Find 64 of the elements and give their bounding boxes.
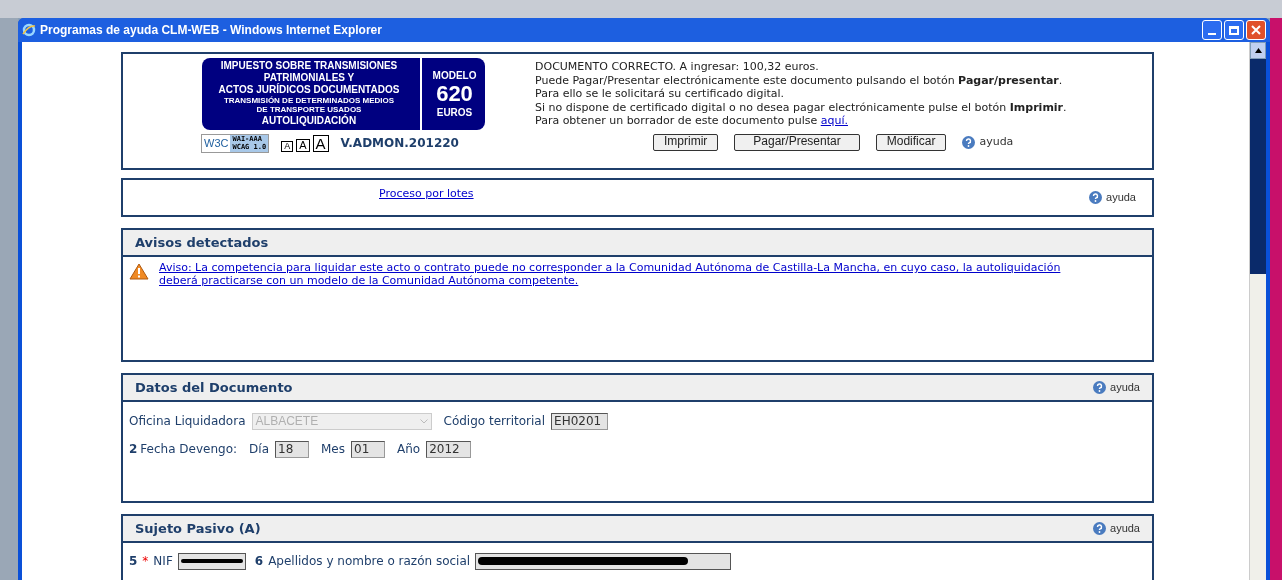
action-button[interactable]: Imprimir: [653, 133, 719, 151]
date-field[interactable]: 18: [275, 440, 309, 458]
field-number: 2: [129, 441, 138, 458]
version-label: V.ADMON.201220: [340, 135, 459, 153]
field-label: Oficina Liquidadora: [129, 413, 246, 430]
field-number: 6: [254, 553, 264, 570]
font-size-button[interactable]: A: [312, 134, 329, 152]
field-label: Día: [249, 441, 269, 458]
question-icon: [1093, 381, 1106, 394]
field-label: Apellidos y nombre o razón social: [268, 553, 471, 570]
help-link[interactable]: ayuda: [1093, 379, 1140, 396]
close-button[interactable]: [1246, 20, 1266, 40]
message-line: Si no dispone de certificado digital o no desea pagar electrónicamente pulse el botón Imprimir.: [535, 100, 1068, 114]
banner-text: ACTOS JURÍDICOS DOCUMENTADOS: [218, 84, 400, 96]
panel-title: Sujeto Pasivo (A): [135, 519, 261, 538]
batch-process-link[interactable]: Proceso por lotes: [379, 186, 474, 203]
model-number: 620: [436, 83, 473, 105]
date-field[interactable]: 01: [351, 440, 385, 458]
message-line: Para ello se le solicitará su certificado digital.: [535, 87, 786, 101]
font-size-button[interactable]: A: [296, 138, 310, 152]
banner-subtext: DE TRANSPORTE USADOS: [256, 105, 362, 114]
minimize-button[interactable]: [1202, 20, 1222, 40]
action-button[interactable]: Modificar: [875, 133, 947, 151]
message-line: DOCUMENTO CORRECTO. A ingresar: 100,32 euros.: [535, 60, 820, 74]
close-icon: [1251, 25, 1261, 35]
message-line: Para obtener un borrador de este documento pulse aquí.: [535, 114, 849, 128]
required-mark: *: [142, 553, 149, 570]
field-number: 5: [129, 553, 138, 570]
panel-title: Datos del Documento: [135, 378, 293, 397]
field-label: Mes: [321, 441, 345, 458]
name-field[interactable]: [475, 552, 732, 570]
model-currency: EUROS: [436, 106, 473, 120]
question-icon: [1093, 522, 1106, 535]
help-link[interactable]: ayuda: [1093, 520, 1140, 537]
territory-code-field[interactable]: EH0201: [551, 412, 609, 430]
panel-title: Avisos detectados: [135, 233, 269, 252]
field-label: NIF: [153, 553, 173, 570]
banner-text: IMPUESTO SOBRE TRANSMISIONES: [220, 60, 398, 72]
action-button[interactable]: Pagar/Presentar: [734, 133, 860, 151]
banner-text: PATRIMONIALES Y: [263, 72, 355, 83]
field-label: Fecha Devengo:: [140, 441, 238, 458]
scroll-up-button[interactable]: [1250, 42, 1266, 59]
here-link[interactable]: aquí.: [820, 114, 848, 127]
nif-field[interactable]: [177, 552, 246, 570]
browser-logo-icon: [22, 23, 36, 37]
maximize-button[interactable]: [1224, 20, 1244, 40]
field-label: Código territorial: [443, 413, 546, 430]
banner-text: AUTOLIQUIDACIÓN: [261, 114, 357, 128]
help-link[interactable]: ayuda: [962, 135, 1014, 149]
question-icon: [962, 135, 976, 149]
date-field[interactable]: 2012: [426, 440, 472, 458]
help-link[interactable]: ayuda: [1089, 189, 1136, 206]
field-label: Año: [397, 441, 421, 458]
banner-subtext: TRANSMISIÓN DE DETERMINADOS MEDIOS: [223, 96, 395, 105]
warning-icon: [129, 263, 149, 280]
font-size-button[interactable]: A: [281, 140, 294, 152]
question-icon: [1089, 190, 1102, 204]
model-label: MODELO: [432, 69, 477, 83]
scroll-thumb[interactable]: [1250, 59, 1266, 274]
notice-link[interactable]: Aviso: La competencia para liquidar este acto o contrato puede no corresponder a la Comunidad Autónoma de Castilla-La Mancha, en cuyo caso, la autoliquidación deberá practicarse con un modelo de la Comunidad Autónoma competente.: [159, 261, 1092, 287]
message-line: Puede Pagar/Presentar electrónicamente este documento pulsando el botón Pagar/presentar.: [535, 73, 1064, 87]
redaction-mark: [180, 559, 243, 563]
up-arrow-icon: [1254, 48, 1262, 53]
window-title: Programas de ayuda CLM-WEB - Windows Internet Explorer: [40, 22, 382, 39]
